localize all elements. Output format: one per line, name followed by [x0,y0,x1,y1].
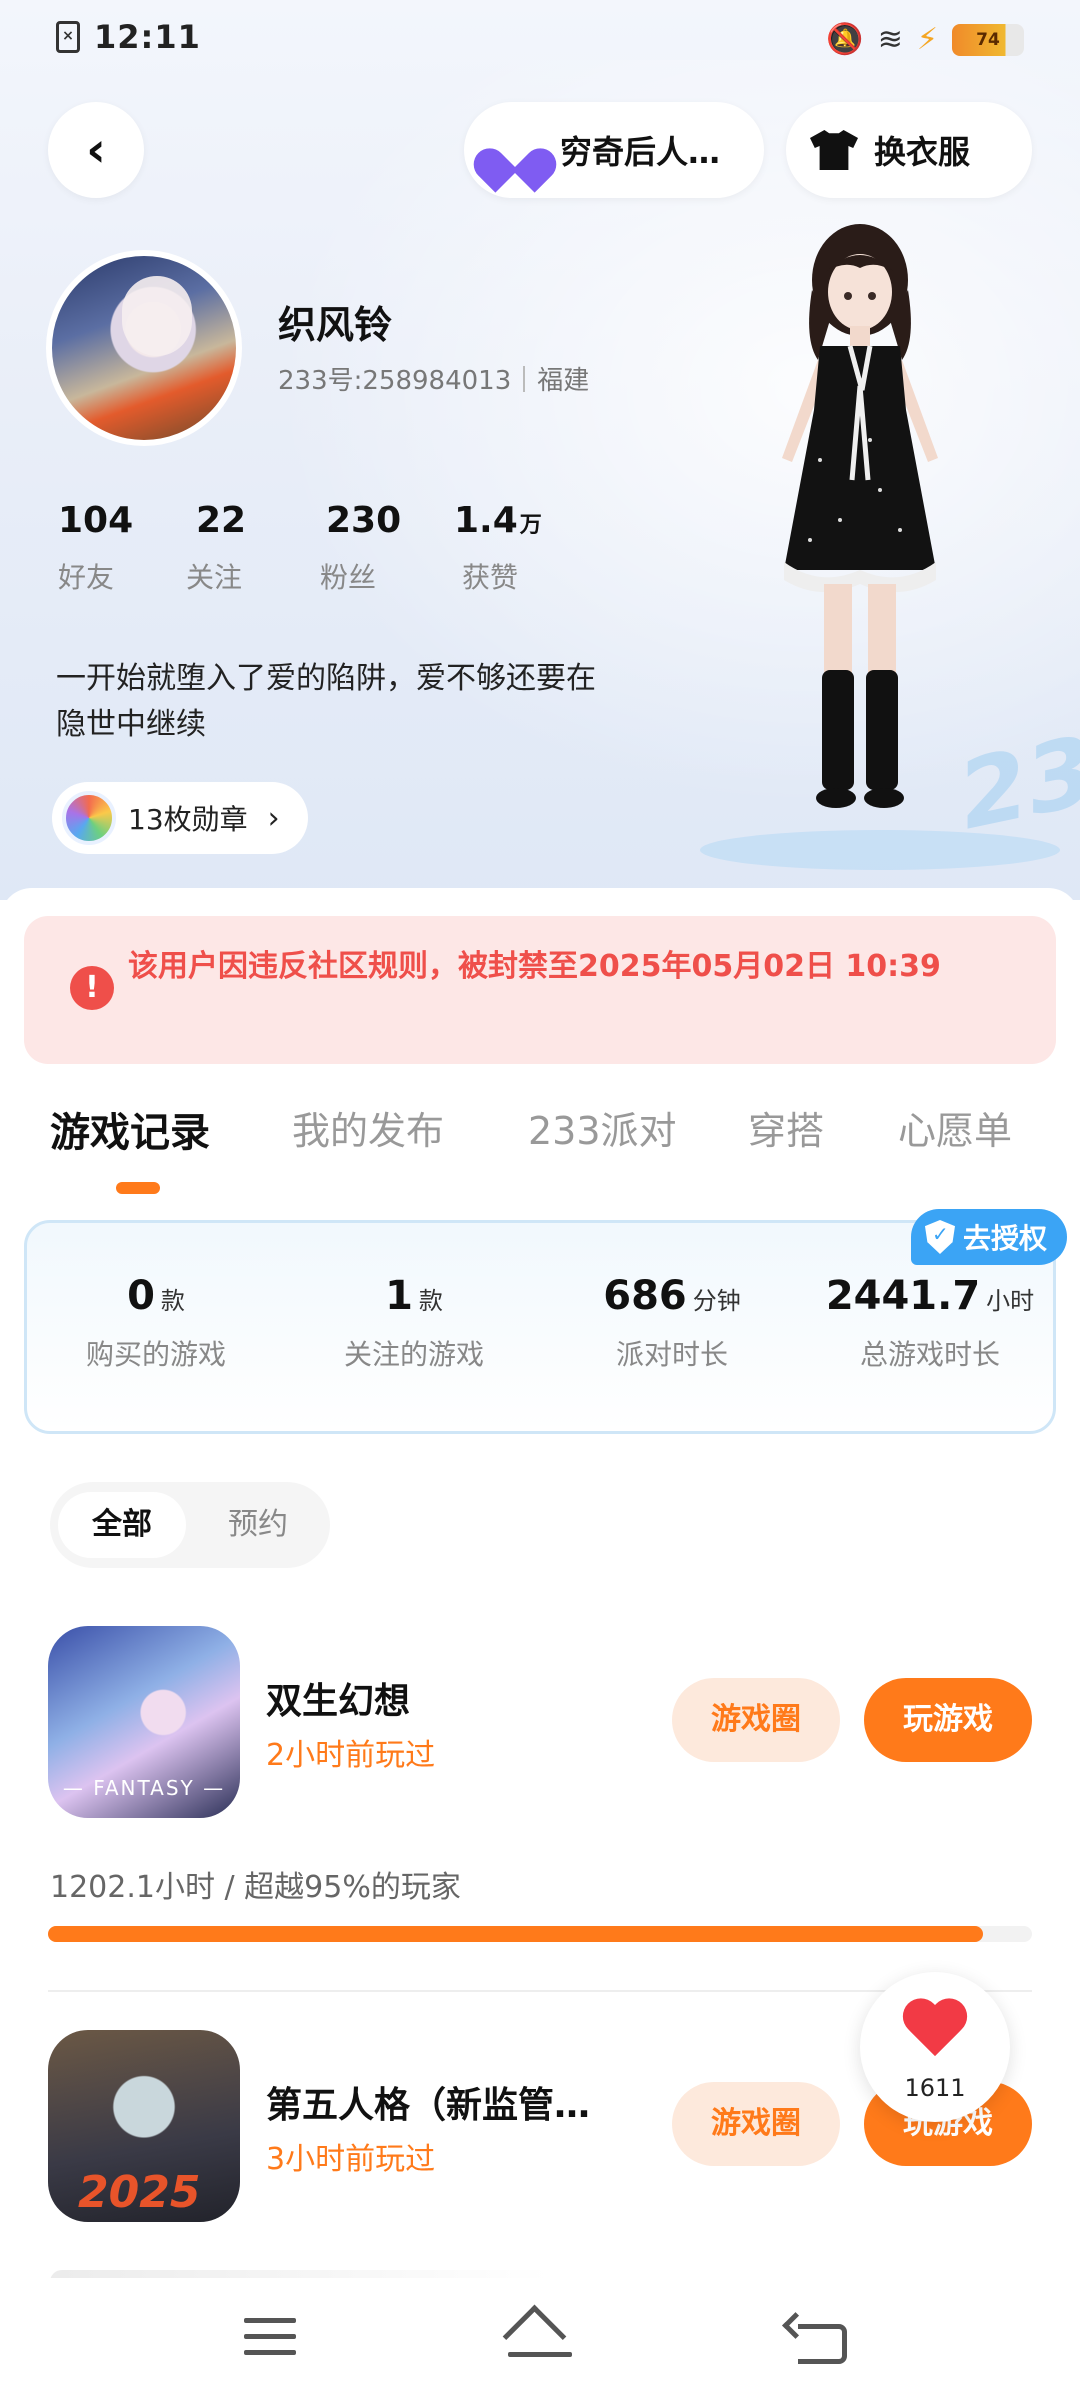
game-last-played: 2小时前玩过 [266,1738,436,1773]
battery-icon: 74 [952,24,1024,56]
summary-label: 购买的游戏 [85,1338,226,1371]
tab-233-party[interactable]: 233派对 [528,1100,677,1155]
back-button[interactable]: ‹ [48,102,144,198]
tab-outfits[interactable]: 穿搭 [748,1100,824,1155]
summary-total-playtime: 2441.7 小时 总游戏时长 [801,1273,1059,1373]
ban-notice: ! 该用户因违反社区规则，被封禁至2025年05月02日 10:39 [24,916,1056,1064]
medals-label: 13枚勋章 [128,803,248,836]
stat-following[interactable]: 22 关注 [186,500,320,596]
summary-unit: 分钟 [692,1287,741,1315]
game-icon[interactable]: — FANTASY — [48,1626,240,1818]
profile-tabs: 游戏记录 我的发布 233派对 穿搭 心愿单 [0,1100,1080,1180]
status-time: 12:11 [94,18,201,56]
summary-followed-games: 1款 关注的游戏 [285,1273,543,1373]
divider [523,365,526,392]
bio-line: 一开始就堕入了爱的陷阱，爱不够还要在 [56,661,596,696]
tab-game-records[interactable]: 游戏记录 [50,1100,210,1158]
stat-label: 关注 [186,561,243,594]
outfit-title-label: 穷奇后人… [560,133,721,171]
stat-value: 1.4 [454,500,518,541]
chevron-left-icon: ‹ [86,122,106,178]
summary-label: 总游戏时长 [859,1338,1000,1371]
heart-icon [902,2000,968,2060]
wifi-icon: ≋ [877,22,903,57]
bio: 一开始就堕入了爱的陷阱，爱不够还要在 隐世中继续 [56,656,716,748]
game-name: 第五人格（新监管… [266,2085,591,2126]
like-count: 1611 [904,2074,966,2102]
summary-value: 686 [603,1273,687,1319]
filter-all[interactable]: 全部 [58,1492,186,1558]
change-outfit-button[interactable]: 换衣服 [786,102,1032,198]
system-nav-bar [0,2278,1080,2400]
stat-label: 粉丝 [320,561,377,594]
game-summary-card: 去授权 0款 购买的游戏 1款 关注的游戏 686分钟 派对时长 2441.7小… [24,1209,1067,1434]
chevron-right-icon: › [267,800,280,836]
active-tab-indicator [116,1182,160,1194]
user-id: 233号:258984013 [278,366,512,396]
stat-followers[interactable]: 230 粉丝 [320,500,454,596]
summary-unit: 款 [418,1287,443,1315]
stat-friends[interactable]: 104 好友 [52,500,186,596]
status-bar: × 12:11 🔕 ≋ ⚡ 74 [0,0,1080,80]
authorize-label: 去授权 [962,1222,1047,1255]
stat-label: 好友 [58,561,115,594]
bio-line: 隐世中继续 [56,707,206,742]
shield-check-icon [924,1220,955,1254]
change-outfit-label: 换衣服 [874,133,971,171]
menu-icon[interactable] [230,2308,310,2368]
game-playtime-stat: 1202.1小时 / 超越95%的玩家 [50,1870,461,1905]
medals-button[interactable]: 13枚勋章 › [52,782,308,854]
avatar[interactable] [46,250,242,446]
summary-unit: 小时 [986,1287,1035,1315]
summary-purchased-games: 0款 购买的游戏 [27,1273,285,1373]
nickname: 织风铃 [278,303,393,347]
summary-value: 0 [127,1273,155,1319]
summary-value: 1 [385,1273,413,1319]
charging-bolt-icon: ⚡ [916,22,938,57]
user-region: 福建 [537,366,590,396]
game-circle-button[interactable]: 游戏圈 [672,1678,840,1762]
mute-bell-icon: 🔕 [826,22,864,57]
playtime-progress-bar [48,1926,1032,1942]
like-floating-button[interactable]: 1611 [860,1972,1010,2122]
outfit-title-button[interactable]: 穷奇后人… [464,102,764,198]
back-arrow-icon[interactable] [780,2308,860,2368]
alert-icon: ! [70,966,114,1010]
stat-unit: 万 [519,513,542,538]
home-icon[interactable] [500,2308,580,2368]
stat-value: 104 [58,500,134,541]
tshirt-icon [810,130,858,170]
play-game-button[interactable]: 玩游戏 [864,1678,1032,1762]
sim-icon: × [56,21,80,53]
game-row[interactable]: — FANTASY — 双生幻想 2小时前玩过 游戏圈 玩游戏 [0,1626,1080,1826]
progress-fill [48,1926,983,1942]
stat-label: 获赞 [462,561,519,594]
game-circle-button[interactable]: 游戏圈 [672,2082,840,2166]
summary-label: 关注的游戏 [343,1338,484,1371]
tab-wishlist[interactable]: 心愿单 [898,1100,1012,1155]
ban-notice-text: 该用户因违反社区规则，被封禁至2025年05月02日 10:39 [128,949,941,984]
medal-icon [62,791,116,845]
profile-stats: 104 好友 22 关注 230 粉丝 1.4 万 获赞 [52,500,588,596]
uid-line: 233号:258984013 福建 [278,360,589,397]
stat-likes[interactable]: 1.4 万 获赞 [454,500,588,596]
game-name: 双生幻想 [266,1681,411,1722]
authorize-button[interactable]: 去授权 [910,1209,1067,1265]
game-icon-tag: — FANTASY — [62,1776,226,1800]
summary-value: 2441.7 [825,1273,981,1319]
heart-icon [488,130,544,170]
summary-unit: 款 [160,1287,185,1315]
tab-my-posts[interactable]: 我的发布 [292,1100,444,1155]
game-icon-tag: 2025 [78,2167,201,2218]
game-filter: 全部 预约 [50,1482,330,1568]
stat-value: 230 [326,500,402,541]
summary-party-time: 686 分钟 派对时长 [543,1273,801,1373]
avatar-character-figure[interactable] [700,210,1020,850]
game-last-played: 3小时前玩过 [266,2142,436,2177]
filter-reserved[interactable]: 预约 [198,1492,318,1558]
summary-label: 派对时长 [615,1338,728,1371]
stat-value: 22 [196,500,247,541]
game-icon[interactable]: 2025 [48,2030,240,2222]
